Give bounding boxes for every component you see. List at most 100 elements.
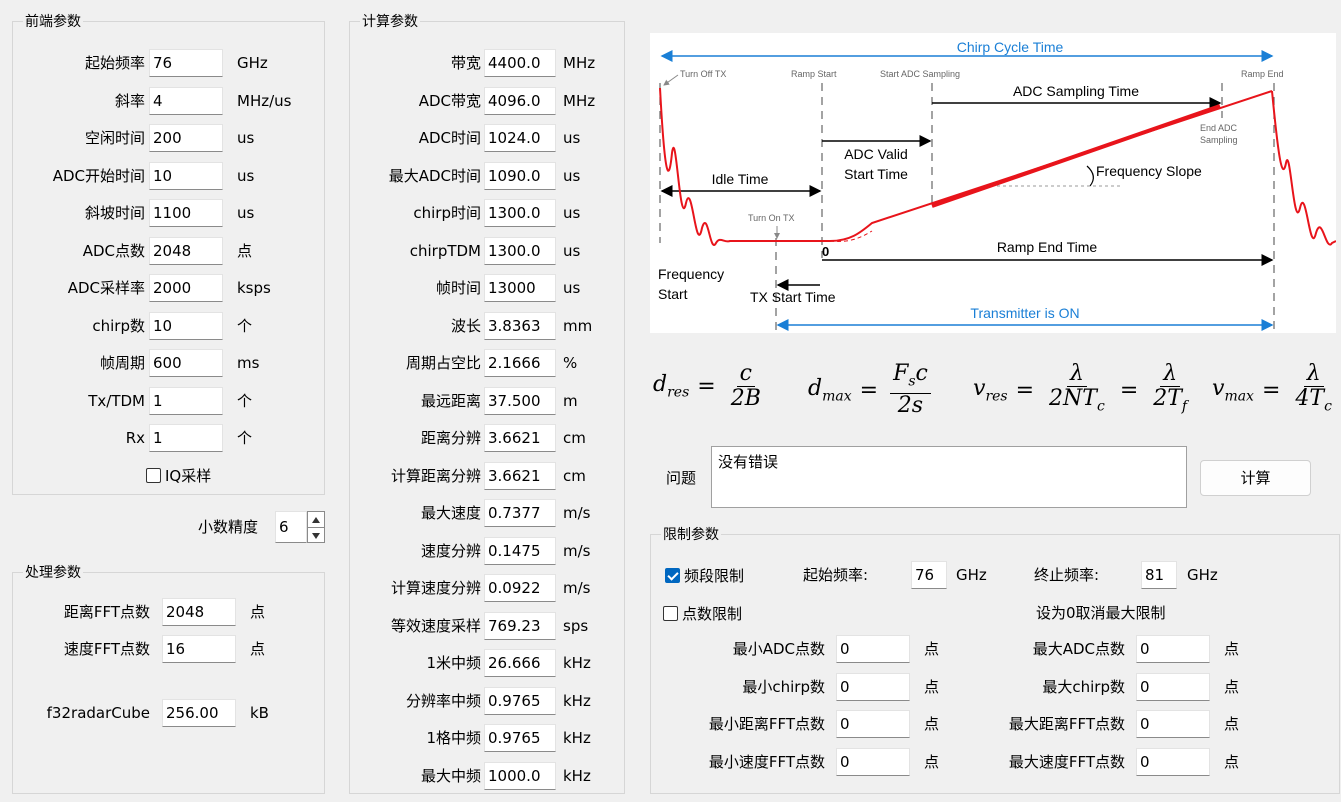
calc-param-row-label: 帧时间 <box>435 279 481 297</box>
calc-param-row-input[interactable]: 1300.0 <box>484 199 556 227</box>
calc-param-row-input[interactable]: 1000.0 <box>484 761 556 790</box>
iq-checkbox-box[interactable] <box>146 467 161 483</box>
points-limit-box[interactable] <box>663 605 678 621</box>
calculate-button[interactable]: 计算 <box>1200 460 1311 496</box>
frontend-param-row-input[interactable]: 2048 <box>149 236 223 265</box>
processing-param-row-input[interactable]: 2048 <box>162 598 236 626</box>
calc-param-row-input[interactable]: 3.6621 <box>484 424 556 452</box>
processing-param-row-label: 速度FFT点数 <box>63 640 150 658</box>
limit-min-row-input[interactable]: 0 <box>836 672 910 701</box>
frontend-param-row-input[interactable]: 4 <box>149 86 223 115</box>
calc-param-row-input[interactable]: 1090.0 <box>484 161 556 190</box>
turn-on-tx-label: Turn On TX <box>748 213 795 223</box>
frontend-param-row-input[interactable]: 200 <box>149 124 223 152</box>
calc-param-row-input[interactable]: 1300.0 <box>484 236 556 265</box>
frontend-param-row-input[interactable]: 600 <box>149 349 223 377</box>
calc-param-row-value: 0.7377 <box>488 504 541 522</box>
limit-min-row-unit: 点 <box>924 752 940 771</box>
formula-v-max-sub: max <box>1224 388 1254 405</box>
calc-param-row-input[interactable]: 2.1666 <box>484 349 556 377</box>
frontend-param-row-label: 斜率 <box>114 91 145 110</box>
end-freq-input[interactable]: 81 <box>1141 561 1177 589</box>
limit-max-row-unit: 点 <box>1224 752 1240 771</box>
turn-off-tx-label: Turn Off TX <box>680 69 726 79</box>
limit-max-row-input[interactable]: 0 <box>1136 672 1210 701</box>
formula-v-max-den-sub: c <box>1324 398 1332 415</box>
calc-param-row-input[interactable]: 3.8363 <box>484 311 556 340</box>
calc-param-row-input[interactable]: 0.0922 <box>484 574 556 602</box>
frontend-param-row-input[interactable]: 1 <box>149 386 223 415</box>
transmitter-on-label: Transmitter is ON <box>970 305 1079 321</box>
calc-param-row-input[interactable]: 37.500 <box>484 386 556 415</box>
limit-min-row-unit: 点 <box>924 677 940 696</box>
spin-up-icon[interactable] <box>308 512 324 528</box>
calc-param-row-unit: cm <box>563 466 586 485</box>
calc-param-row-input[interactable]: 4400.0 <box>484 49 556 77</box>
processing-param-row-input[interactable]: 256.00 <box>162 699 236 727</box>
frontend-param-row-value: 10 <box>153 166 173 185</box>
adc-sampling-time-label: ADC Sampling Time <box>1013 83 1139 99</box>
calc-param-row-input[interactable]: 0.1475 <box>484 536 556 565</box>
frontend-param-row-input[interactable]: 10 <box>149 311 223 340</box>
calc-param-row-value: 3.6621 <box>488 429 541 447</box>
frontend-param-row-input[interactable]: 2000 <box>149 274 223 302</box>
frontend-param-row-value: 1 <box>153 429 163 447</box>
calc-param-row-input[interactable]: 769.23 <box>484 611 556 640</box>
spin-down-icon[interactable] <box>308 528 324 543</box>
calc-param-row-input[interactable]: 3.6621 <box>484 461 556 490</box>
frontend-param-row-value: 4 <box>153 91 163 110</box>
band-limit-box[interactable] <box>665 567 680 583</box>
limit-min-row-value: 0 <box>840 715 850 733</box>
frontend-param-row-input[interactable]: 76 <box>149 49 223 77</box>
calc-param-row-input[interactable]: 4096.0 <box>484 86 556 115</box>
limit-max-row-label: 最大距离FFT点数 <box>1008 715 1125 733</box>
frontend-param-row-value: 2000 <box>153 279 192 297</box>
frontend-param-row-value: 76 <box>153 54 173 72</box>
limit-max-row-input[interactable]: 0 <box>1136 635 1210 663</box>
adc-valid-label-2: Start Time <box>844 166 908 182</box>
precision-spin-buttons[interactable] <box>307 511 325 543</box>
limit-max-row-input[interactable]: 0 <box>1136 747 1210 776</box>
calc-param-row-value: 1090.0 <box>488 166 541 185</box>
frontend-param-row-label: ADC开始时间 <box>52 166 145 185</box>
band-limit-checkbox[interactable]: 频段限制 <box>665 565 744 585</box>
formula-v-res-num: λ <box>1066 362 1087 387</box>
limit-min-row-input[interactable]: 0 <box>836 635 910 663</box>
frequency-start-label-1: Frequency <box>658 266 724 282</box>
frontend-param-row-input[interactable]: 10 <box>149 161 223 190</box>
iq-sampling-checkbox[interactable]: IQ采样 <box>146 465 211 485</box>
formula-d-res-den: 2B <box>730 386 761 411</box>
calc-param-row-unit: m <box>563 391 578 410</box>
calc-param-row-input[interactable]: 0.9765 <box>484 724 556 752</box>
formula-v-res-den2-a: 2T <box>1153 386 1182 411</box>
frontend-param-row-input[interactable]: 1100 <box>149 199 223 227</box>
calc-param-row-value: 1300.0 <box>488 204 541 222</box>
formula-v-max-num: λ <box>1303 362 1324 387</box>
limit-min-row-input[interactable]: 0 <box>836 710 910 738</box>
calc-param-row-unit: cm <box>563 429 586 447</box>
ramp-end-time-label: Ramp End Time <box>997 239 1098 255</box>
calc-param-row-input[interactable]: 0.9765 <box>484 686 556 715</box>
adc-valid-label-1: ADC Valid <box>844 146 908 162</box>
precision-value: 6 <box>279 518 289 536</box>
calc-param-row-unit: m/s <box>563 579 591 597</box>
calc-param-row-unit: MHz <box>563 54 596 72</box>
start-freq-input[interactable]: 76 <box>911 561 947 589</box>
limit-min-row-input[interactable]: 0 <box>836 747 910 776</box>
calc-param-row-input[interactable]: 13000 <box>484 274 556 302</box>
points-limit-label: 点数限制 <box>682 604 743 623</box>
calc-param-row-input[interactable]: 0.7377 <box>484 499 556 527</box>
frontend-param-row-unit: us <box>237 166 255 185</box>
problem-textbox[interactable]: 没有错误 <box>711 446 1187 508</box>
calc-param-row-input[interactable]: 1024.0 <box>484 124 556 152</box>
frontend-param-row-unit: 个 <box>237 429 253 447</box>
limit-max-row-input[interactable]: 0 <box>1136 710 1210 738</box>
formula-v-max-lhs: v <box>1212 376 1225 401</box>
frontend-param-row-input[interactable]: 1 <box>149 424 223 452</box>
precision-spinbox[interactable]: 6 <box>275 511 307 543</box>
processing-param-row-label: f32radarCube <box>46 704 150 722</box>
chirp-cycle-time-label: Chirp Cycle Time <box>957 39 1064 55</box>
processing-param-row-input[interactable]: 16 <box>162 635 236 663</box>
calc-param-row-input[interactable]: 26.666 <box>484 649 556 677</box>
points-limit-checkbox[interactable]: 点数限制 <box>663 603 742 623</box>
